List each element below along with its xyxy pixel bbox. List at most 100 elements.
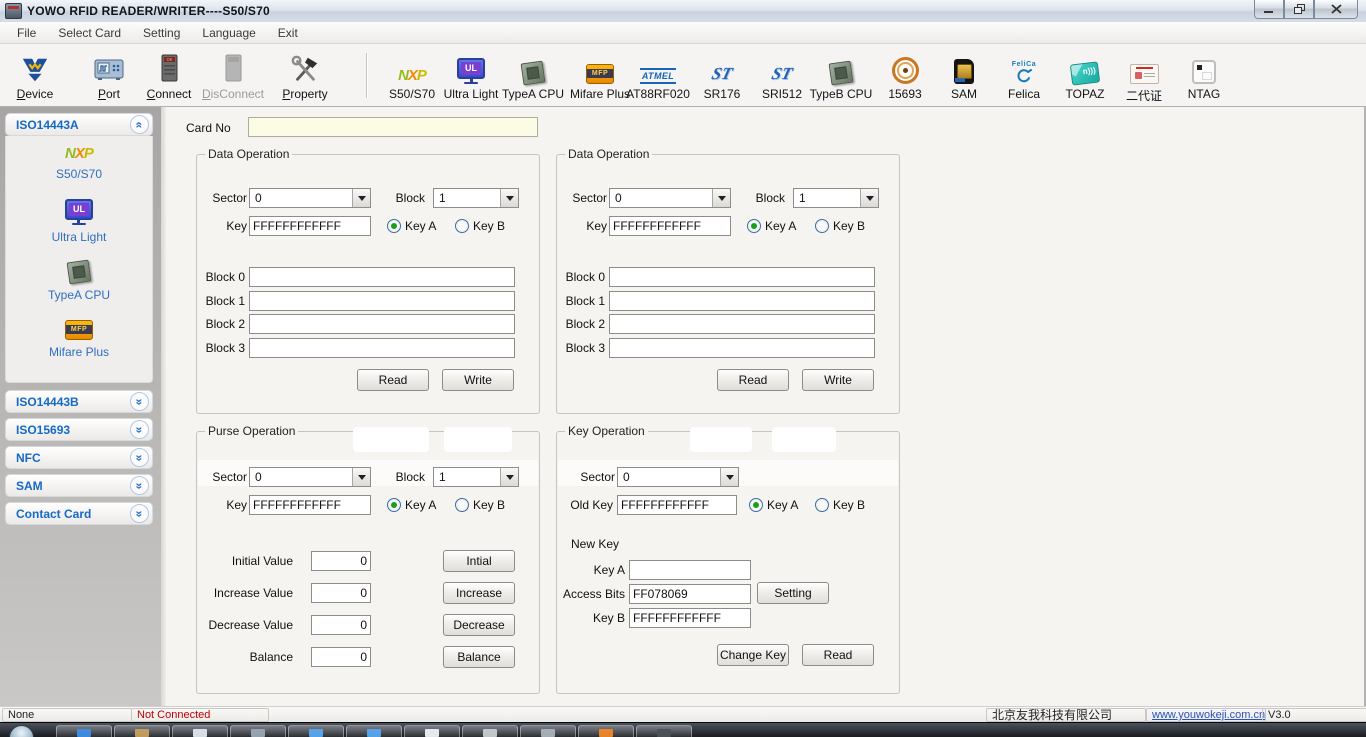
block0-input[interactable] [609,267,875,287]
block2-input[interactable] [249,314,515,334]
sidebar-item-mifare-plus[interactable]: Mifare Plus [49,320,109,359]
chevron-down-icon[interactable] [712,189,730,207]
sidebar-section-nfc[interactable]: NFC » [5,446,153,469]
access-bits-input[interactable] [629,584,751,604]
initial-button[interactable]: Intial [443,550,515,572]
menu-select-card[interactable]: Select Card [47,26,132,40]
toolbar-at88rf020-button[interactable]: ATMEL AT88RF020 [623,49,693,103]
read-button[interactable]: Read [357,369,429,391]
decrease-value-input[interactable] [311,615,371,635]
taskbar-button[interactable] [114,725,170,737]
sidebar-section-iso15693[interactable]: ISO15693 » [5,418,153,441]
balance-input[interactable] [311,647,371,667]
expand-chevron-icon[interactable]: » [130,392,149,411]
taskbar-button[interactable] [56,725,112,737]
taskbar-button[interactable] [636,725,692,737]
taskbar-button[interactable] [172,725,228,737]
taskbar-button[interactable] [346,725,402,737]
increase-button[interactable]: Increase [443,582,515,604]
key-input[interactable] [249,216,371,236]
sector-select[interactable]: 0 [617,467,739,487]
menu-language[interactable]: Language [191,26,266,40]
sidebar-section-sam[interactable]: SAM » [5,474,153,497]
expand-chevron-icon[interactable]: » [130,420,149,439]
toolbar-typea-cpu-button[interactable]: TypeA CPU [498,49,568,103]
initial-value-input[interactable] [311,551,371,571]
menu-setting[interactable]: Setting [132,26,191,40]
sidebar-item-s50s70[interactable]: NXP S50/S70 [56,146,102,181]
card-no-input[interactable] [248,117,538,137]
sidebar-section-iso14443a[interactable]: ISO14443A « [5,113,153,136]
taskbar-button[interactable] [404,725,460,737]
old-key-input[interactable] [617,495,737,515]
key-a-radio[interactable] [747,219,761,233]
key-b-radio[interactable] [455,219,469,233]
toolbar-ultralight-button[interactable]: Ultra Light [436,49,506,103]
read-button[interactable]: Read [802,644,874,666]
toolbar-connect-button[interactable]: OK Connect [134,49,204,103]
key-input[interactable] [249,495,371,515]
key-a-radio[interactable] [749,498,763,512]
write-button[interactable]: Write [802,369,874,391]
expand-chevron-icon[interactable]: » [130,476,149,495]
toolbar-felica-button[interactable]: FeliCa Felica [989,49,1059,103]
chevron-down-icon[interactable] [352,468,370,486]
block0-input[interactable] [249,267,515,287]
toolbar-property-button[interactable]: Property [270,49,340,103]
close-button[interactable] [1314,0,1358,19]
taskbar-button[interactable] [578,725,634,737]
status-website-link[interactable]: www.youwokeji.com.cn [1146,708,1266,722]
toolbar-disconnect-button[interactable]: DisConnect [198,49,268,103]
block1-input[interactable] [609,291,875,311]
menu-exit[interactable]: Exit [267,26,309,40]
key-b-radio[interactable] [815,219,829,233]
taskbar-button[interactable] [230,725,286,737]
new-key-a-input[interactable] [629,560,751,580]
block3-input[interactable] [609,338,875,358]
increase-value-input[interactable] [311,583,371,603]
key-b-radio[interactable] [815,498,829,512]
expand-chevron-icon[interactable]: » [130,504,149,523]
change-key-button[interactable]: Change Key [717,644,789,666]
collapse-chevron-icon[interactable]: « [130,115,149,134]
block-select[interactable]: 1 [793,188,879,208]
restore-button[interactable] [1284,0,1314,19]
chevron-down-icon[interactable] [500,189,518,207]
block3-input[interactable] [249,338,515,358]
taskbar-button[interactable] [288,725,344,737]
taskbar-button[interactable] [520,725,576,737]
toolbar-device-button[interactable]: Device [0,49,70,103]
write-button[interactable]: Write [442,369,514,391]
sidebar-item-ultralight[interactable]: Ultra Light [52,199,107,244]
block2-input[interactable] [609,314,875,334]
sector-select[interactable]: 0 [249,188,371,208]
block-select[interactable]: 1 [433,467,519,487]
new-key-b-input[interactable] [629,608,751,628]
setting-button[interactable]: Setting [757,582,829,604]
toolbar-typeb-cpu-button[interactable]: TypeB CPU [806,49,876,103]
sidebar-section-contact-card[interactable]: Contact Card » [5,502,153,525]
sidebar-section-iso14443b[interactable]: ISO14443B » [5,390,153,413]
minimize-button[interactable] [1254,0,1284,19]
balance-button[interactable]: Balance [443,646,515,668]
read-button[interactable]: Read [717,369,789,391]
start-button[interactable] [9,725,34,737]
chevron-down-icon[interactable] [720,468,738,486]
key-a-radio[interactable] [387,219,401,233]
menu-file[interactable]: File [6,26,47,40]
key-b-radio[interactable] [455,498,469,512]
sector-select[interactable]: 0 [609,188,731,208]
chevron-down-icon[interactable] [500,468,518,486]
expand-chevron-icon[interactable]: » [130,448,149,467]
decrease-button[interactable]: Decrease [443,614,515,636]
block1-input[interactable] [249,291,515,311]
sidebar-item-typea-cpu[interactable]: TypeA CPU [48,261,110,302]
key-input[interactable] [609,216,731,236]
key-a-radio[interactable] [387,498,401,512]
taskbar-button[interactable] [462,725,518,737]
toolbar-ntag-button[interactable]: NTAG [1169,49,1239,103]
block-select[interactable]: 1 [433,188,519,208]
chevron-down-icon[interactable] [352,189,370,207]
sector-select[interactable]: 0 [249,467,371,487]
chevron-down-icon[interactable] [860,189,878,207]
